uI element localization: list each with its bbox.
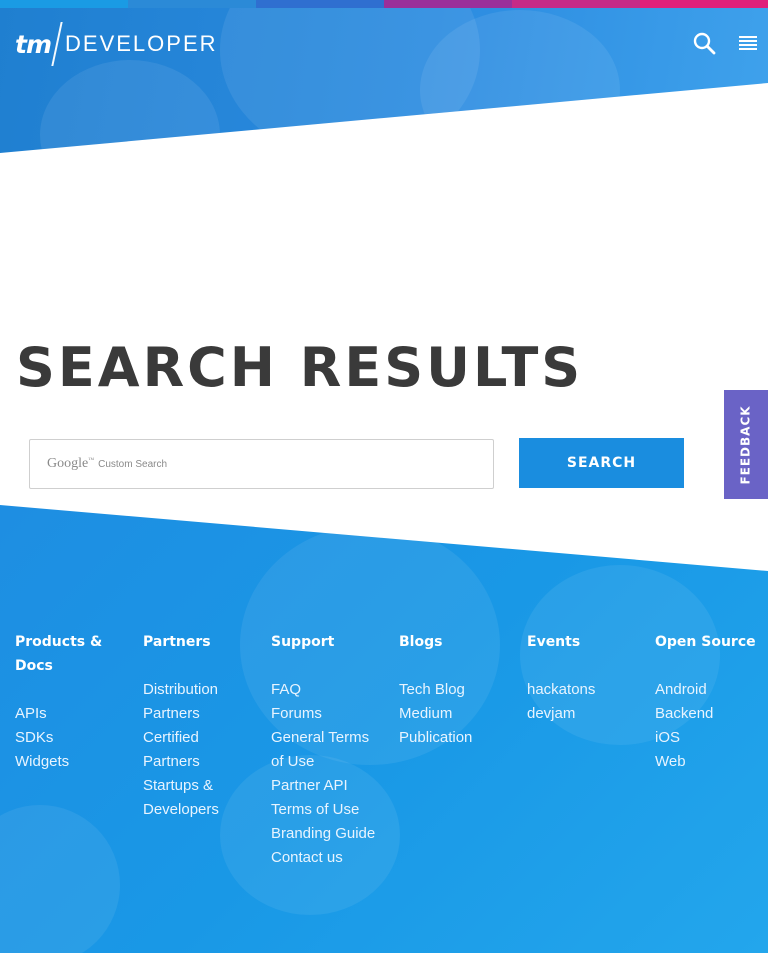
footer-link[interactable]: General Terms of Use [271,726,381,774]
footer-link[interactable]: Android [655,678,765,702]
footer-decoration [0,805,120,953]
footer-heading: Open Source [655,634,756,650]
color-segment [256,0,384,8]
footer-link[interactable]: Web [655,750,765,774]
footer-link[interactable]: Branding Guide [271,822,381,846]
search-placeholder: Custom Search [98,458,168,470]
footer-heading: Support [271,634,335,650]
footer-link[interactable]: devjam [527,702,627,726]
footer-link[interactable]: hackatons [527,678,627,702]
top-color-bar [0,0,768,8]
footer-link[interactable]: Contact us [271,846,381,870]
color-segment [0,0,128,8]
footer-link[interactable]: Backend [655,702,765,726]
logo-text: DEVELOPER [65,31,218,56]
hero-decoration [420,10,620,153]
footer-column-events: Events hackatons devjam [527,630,627,726]
feedback-label: FEEDBACK [739,404,753,485]
logo-mark: tm [15,29,52,59]
footer-link[interactable]: Partner API Terms of Use [271,774,381,822]
footer-link[interactable]: Forums [271,702,381,726]
footer-heading: Products & Docs [15,634,103,674]
footer-link[interactable]: iOS [655,726,765,750]
footer-link[interactable]: SDKs [15,726,140,750]
footer-link[interactable]: FAQ [271,678,381,702]
footer-column-products: Products & Docs APIs SDKs Widgets [15,630,140,774]
color-segment [128,0,256,8]
page-title: SEARCH RESULTS [16,336,584,399]
footer-link[interactable]: APIs [15,702,140,726]
color-segment [640,0,768,8]
logo-divider [51,22,63,66]
footer-heading: Blogs [399,634,443,650]
footer-link[interactable]: Distribution Partners [143,678,243,726]
color-segment [384,0,512,8]
footer-column-blogs: Blogs Tech Blog Medium Publication [399,630,499,750]
color-segment [512,0,640,8]
footer-link[interactable]: Startups & Developers [143,774,243,822]
footer-heading: Events [527,634,581,650]
search-button[interactable]: SEARCH [519,438,684,488]
footer-link[interactable]: Medium Publication [399,702,499,750]
footer-column-open-source: Open Source Android Backend iOS Web [655,630,765,774]
search-icon[interactable] [692,31,718,57]
hero-decoration [40,60,220,153]
footer-link[interactable]: Widgets [15,750,140,774]
footer-column-partners: Partners Distribution Partners Certified… [143,630,243,822]
footer-column-support: Support FAQ Forums General Terms of Use … [271,630,381,870]
footer-link[interactable]: Certified Partners [143,726,243,774]
footer-link[interactable]: Tech Blog [399,678,499,702]
footer-heading: Partners [143,634,211,650]
feedback-tab[interactable]: FEEDBACK [724,390,768,499]
custom-search-input[interactable]: Google™ Custom Search [29,439,494,489]
hamburger-menu-icon[interactable] [739,36,759,52]
tm-developer-logo[interactable]: tm DEVELOPER [15,22,218,66]
google-logo: Google™ [47,456,95,471]
